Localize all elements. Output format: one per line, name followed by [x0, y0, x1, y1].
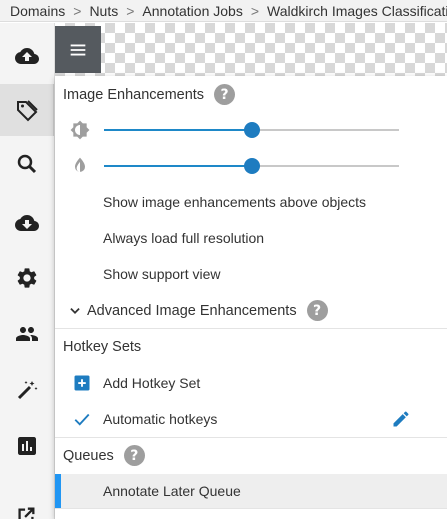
queues-title: Queues ?: [63, 445, 145, 466]
hotkey-set-item[interactable]: Automatic hotkeys: [55, 402, 447, 436]
hotkey-set-label: Automatic hotkeys: [103, 411, 218, 427]
brightness-slider-fill: [104, 129, 252, 131]
tag-icon: [16, 100, 38, 122]
contrast-icon: [75, 157, 85, 172]
breadcrumb: Domains > Nuts > Annotation Jobs > Waldk…: [0, 0, 447, 22]
divider: [55, 437, 447, 438]
contrast-slider-fill: [104, 165, 252, 167]
sidebar-item-search[interactable]: [0, 138, 54, 190]
brightness-slider-thumb[interactable]: [243, 122, 260, 138]
breadcrumb-separator: >: [73, 2, 82, 19]
search-icon: [17, 154, 37, 174]
sidebar-item-annotate[interactable]: [0, 84, 54, 136]
queues-label: Queues: [63, 447, 114, 464]
contrast-slider[interactable]: [104, 158, 399, 174]
sidebar-rail: [0, 23, 55, 519]
chevron-down-icon: [70, 307, 80, 314]
sidebar-item-upload[interactable]: [0, 30, 54, 82]
breadcrumb-job-name[interactable]: Waldkirch Images Classification: [267, 3, 447, 19]
contrast-slider-thumb[interactable]: [243, 158, 260, 174]
advanced-enhancements-label: Advanced Image Enhancements: [87, 302, 297, 319]
hamburger-menu-icon: [70, 44, 86, 55]
open-external-icon[interactable]: [15, 505, 37, 519]
brightness-icon: [70, 120, 90, 140]
add-hotkey-set-button[interactable]: Add Hotkey Set: [55, 366, 447, 400]
add-box-icon: [74, 375, 90, 391]
annotation-settings-panel: Image Enhancements ? Show image enhancem…: [55, 76, 447, 519]
gear-icon: [17, 268, 37, 288]
breadcrumb-separator: >: [126, 2, 135, 19]
brightness-slider-row: [55, 117, 447, 143]
breadcrumb-nuts[interactable]: Nuts: [89, 3, 118, 19]
help-icon[interactable]: ?: [306, 300, 328, 321]
divider: [55, 328, 447, 329]
help-icon[interactable]: ?: [214, 84, 236, 105]
advanced-enhancements-toggle[interactable]: Advanced Image Enhancements ?: [68, 300, 328, 321]
contrast-slider-row: [55, 153, 447, 179]
option-support-view[interactable]: Show support view: [103, 266, 221, 282]
breadcrumb-separator: >: [250, 2, 260, 19]
queue-item[interactable]: Annotate Later Queue: [55, 474, 447, 508]
bar-chart-icon: [18, 437, 36, 455]
divider: [55, 508, 447, 509]
breadcrumb-domains[interactable]: Domains: [10, 3, 65, 19]
cloud-download-icon: [15, 215, 39, 231]
sidebar-item-settings[interactable]: [0, 252, 54, 304]
breadcrumb-annotation-jobs[interactable]: Annotation Jobs: [142, 3, 242, 19]
sidebar-item-download[interactable]: [0, 197, 54, 249]
brightness-slider[interactable]: [104, 122, 399, 138]
magic-wand-icon: [17, 381, 38, 400]
sidebar-item-statistics[interactable]: [0, 420, 54, 472]
app-root: Domains > Nuts > Annotation Jobs > Waldk…: [0, 0, 447, 519]
option-full-resolution[interactable]: Always load full resolution: [103, 230, 264, 246]
add-hotkey-set-label: Add Hotkey Set: [103, 375, 201, 391]
hotkey-sets-label: Hotkey Sets: [63, 339, 142, 355]
menu-button[interactable]: [55, 26, 101, 73]
cloud-upload-icon: [15, 48, 39, 64]
hotkey-sets-title: Hotkey Sets: [63, 339, 141, 355]
people-icon: [16, 327, 38, 341]
image-enhancements-title: Image Enhancements ?: [63, 84, 236, 105]
sidebar-item-automation[interactable]: [0, 364, 54, 416]
queue-selected-indicator: [55, 474, 61, 508]
image-enhancements-label: Image Enhancements: [63, 86, 205, 103]
sidebar-item-users[interactable]: [0, 308, 54, 360]
check-icon: [74, 413, 90, 426]
help-icon[interactable]: ?: [123, 445, 145, 466]
option-enhancements-above-objects[interactable]: Show image enhancements above objects: [103, 194, 366, 210]
queue-item-label: Annotate Later Queue: [103, 483, 241, 499]
edit-pencil-icon[interactable]: [391, 409, 411, 429]
